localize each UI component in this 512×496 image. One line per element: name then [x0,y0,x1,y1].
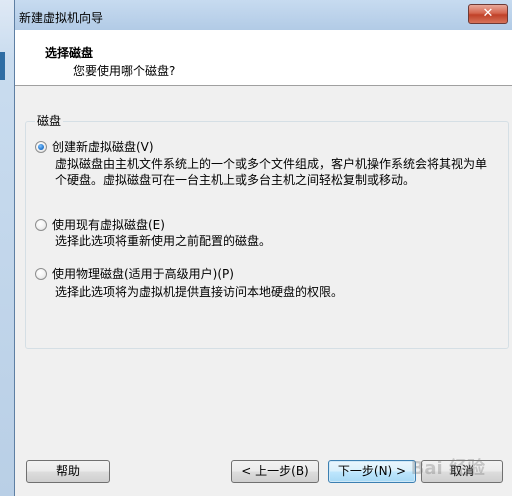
dialog-client-area: 选择磁盘 您要使用哪个磁盘? 磁盘 创建新虚拟磁盘(V) 虚拟磁盘由主机文件系统… [15,30,512,496]
radio-button[interactable] [35,218,47,231]
window-title: 新建虚拟机向导 [19,11,104,25]
radio-use-physical-disk[interactable]: 使用物理磁盘(适用于高级用户)(P) [35,265,234,282]
radio-button[interactable] [35,267,47,280]
option-desc-line: 虚拟磁盘由主机文件系统上的一个或多个文件组成，客户机操作系统会将其视为单 [55,157,488,171]
option-label-use-existing: 使用现有虚拟磁盘(E) [52,218,165,232]
disk-group-label: 磁盘 [35,112,64,129]
background-window-accent [0,52,5,80]
close-icon: ✕ [482,6,494,21]
radio-button-checked[interactable] [35,140,47,153]
wizard-header: 选择磁盘 您要使用哪个磁盘? [15,30,512,86]
option-desc-line: 选择此选项将重新使用之前配置的磁盘。 [55,234,272,248]
radio-use-existing-disk[interactable]: 使用现有虚拟磁盘(E) [35,216,165,233]
close-button[interactable]: ✕ [468,4,508,24]
radio-create-new-disk[interactable]: 创建新虚拟磁盘(V) [35,138,154,155]
title-bar[interactable]: 新建虚拟机向导 ✕ [15,0,512,30]
help-button[interactable]: 帮助 [26,460,110,483]
option-desc-create-new: 虚拟磁盘由主机文件系统上的一个或多个文件组成，客户机操作系统会将其视为单 个硬盘… [55,156,495,188]
new-vm-wizard-dialog: 新建虚拟机向导 ✕ 选择磁盘 您要使用哪个磁盘? 磁盘 创建新虚拟磁盘(V) 虚… [14,0,512,496]
cancel-button[interactable]: 取消 [421,460,503,483]
option-desc-use-physical: 选择此选项将为虚拟机提供直接访问本地硬盘的权限。 [55,284,495,300]
option-label-use-physical: 使用物理磁盘(适用于高级用户)(P) [52,267,234,281]
next-button[interactable]: 下一步(N) > [328,460,416,483]
page-title: 选择磁盘 [45,46,94,60]
option-desc-line: 个硬盘。虚拟磁盘可在一台主机上或多台主机之间轻松复制或移动。 [55,173,416,187]
background-window-strip [0,0,14,496]
option-desc-line: 选择此选项将为虚拟机提供直接访问本地硬盘的权限。 [55,285,344,299]
page-subtitle: 您要使用哪个磁盘? [73,64,176,78]
option-desc-use-existing: 选择此选项将重新使用之前配置的磁盘。 [55,233,495,249]
option-label-create-new: 创建新虚拟磁盘(V) [52,140,154,154]
back-button[interactable]: < 上一步(B) [231,460,319,483]
